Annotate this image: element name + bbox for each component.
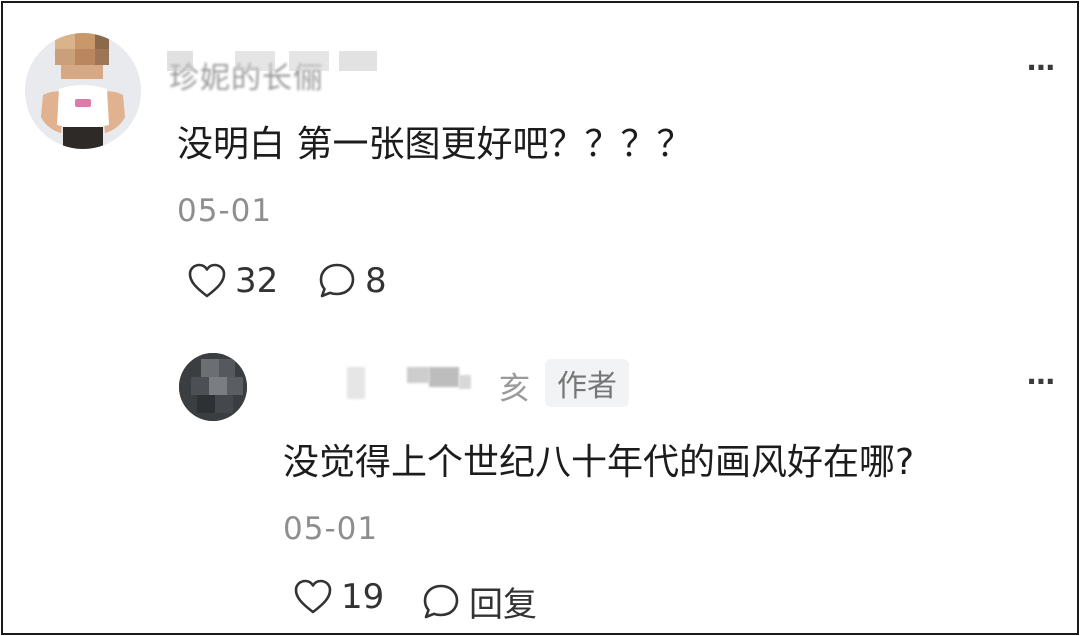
heart-outline-icon	[188, 263, 226, 298]
comment-body: 没明白 第一张图更好吧？？？？	[177, 124, 693, 165]
like-button[interactable]: 32	[187, 261, 278, 301]
reply-label: 回复	[469, 585, 537, 625]
comment-date: 05-01	[177, 193, 273, 229]
username-mosaic	[407, 367, 429, 383]
reply-date: 05-01	[283, 511, 379, 547]
username-mosaic	[167, 51, 193, 71]
more-options-icon[interactable]: ⋯	[1027, 365, 1058, 398]
avatar-image	[179, 353, 247, 421]
username-mosaic	[235, 51, 275, 71]
comment-thread: 珍妮的长俪 没明白 第一张图更好吧？？？？ 05-01 32 8 ⋯ 亥 作者 …	[1, 1, 1079, 635]
more-options-icon[interactable]: ⋯	[1027, 51, 1058, 84]
heart-outline-icon	[294, 579, 332, 614]
username-mosaic	[347, 367, 365, 399]
username-mosaic	[289, 51, 329, 71]
author-badge: 作者	[545, 359, 629, 407]
speech-bubble-icon	[319, 263, 355, 298]
like-count: 19	[341, 577, 385, 617]
reply-count-button[interactable]: 8	[317, 261, 387, 301]
reply-count: 8	[365, 261, 387, 301]
like-count: 32	[235, 261, 279, 301]
username-mosaic	[339, 51, 377, 71]
like-button[interactable]: 19	[293, 577, 384, 617]
username-mosaic	[459, 375, 471, 389]
reply-author-avatar[interactable]	[179, 353, 247, 421]
reply-author-username[interactable]: 亥	[499, 363, 530, 408]
commenter-avatar[interactable]	[25, 33, 141, 149]
reply-button[interactable]: 回复	[421, 577, 537, 626]
reply-body: 没觉得上个世纪八十年代的画风好在哪?	[283, 442, 915, 483]
avatar-image	[25, 33, 141, 149]
speech-bubble-icon	[423, 584, 459, 618]
username-mosaic	[429, 367, 459, 387]
